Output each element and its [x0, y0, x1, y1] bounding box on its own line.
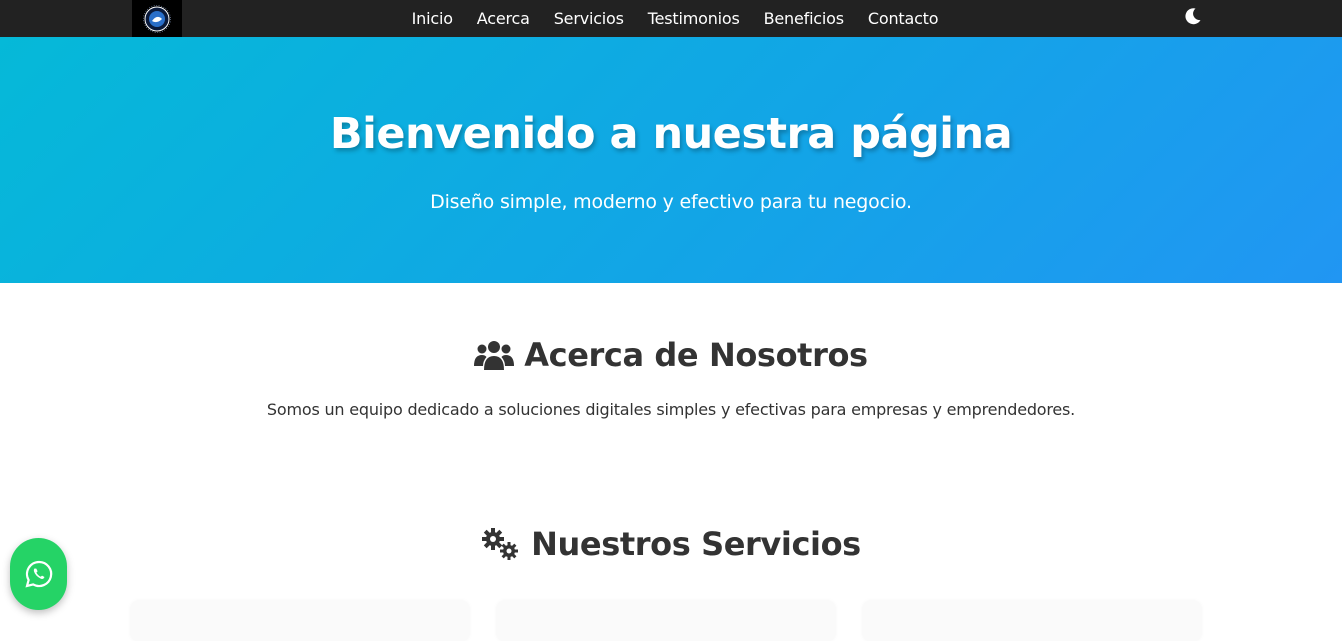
- hero-subtitle: Diseño simple, moderno y efectivo para t…: [430, 191, 912, 213]
- hero-title: Bienvenido a nuestra página: [329, 109, 1013, 159]
- about-description: Somos un equipo dedicado a soluciones di…: [266, 400, 1076, 419]
- whatsapp-icon: [24, 560, 52, 588]
- whatsapp-button[interactable]: [10, 538, 67, 610]
- navbar: Inicio Acerca Servicios Testimonios Bene…: [0, 0, 1342, 37]
- service-card: [131, 601, 469, 641]
- service-card: [497, 601, 835, 641]
- nav-links: Inicio Acerca Servicios Testimonios Bene…: [0, 0, 1342, 37]
- theme-toggle-button[interactable]: [1183, 6, 1203, 26]
- nav-link-inicio[interactable]: Inicio: [412, 9, 453, 28]
- nav-link-contacto[interactable]: Contacto: [868, 9, 939, 28]
- services-section-title: Nuestros Servicios: [0, 525, 1342, 563]
- nav-link-servicios[interactable]: Servicios: [554, 9, 624, 28]
- nav-link-acerca[interactable]: Acerca: [477, 9, 530, 28]
- nav-link-testimonios[interactable]: Testimonios: [648, 9, 740, 28]
- about-section-title: Acerca de Nosotros: [0, 336, 1342, 374]
- service-card: [863, 601, 1201, 641]
- hero-section: Bienvenido a nuestra página Diseño simpl…: [0, 37, 1342, 283]
- users-icon: [474, 341, 515, 370]
- nav-link-beneficios[interactable]: Beneficios: [764, 9, 844, 28]
- about-title-text: Acerca de Nosotros: [524, 336, 868, 374]
- gears-icon: [482, 528, 519, 560]
- services-title-text: Nuestros Servicios: [531, 525, 861, 563]
- moon-icon: [1185, 8, 1201, 25]
